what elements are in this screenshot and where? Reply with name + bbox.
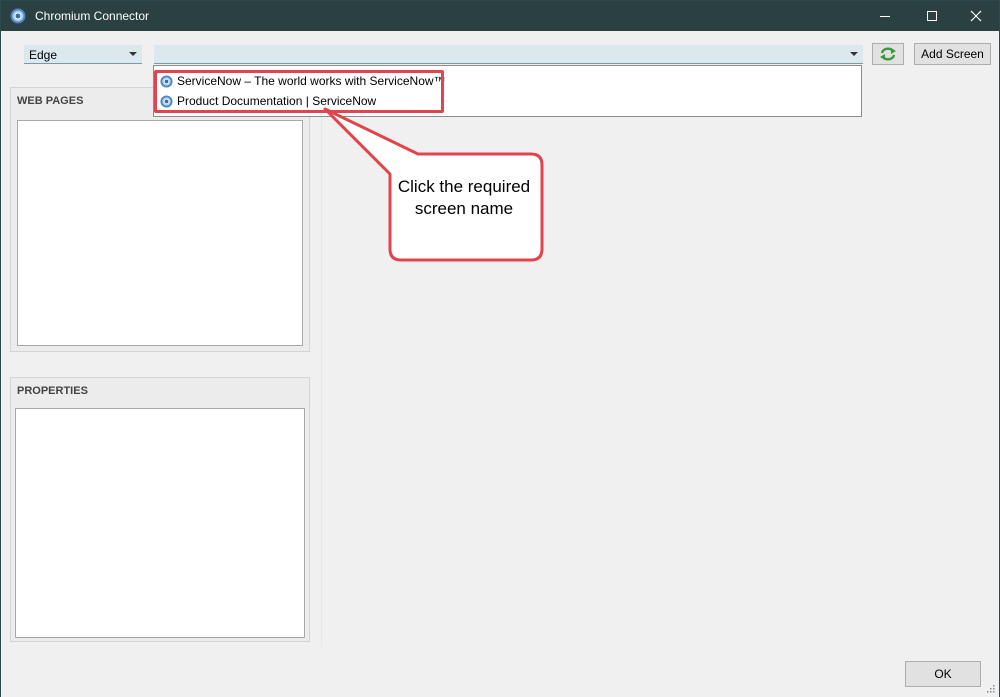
maximize-button[interactable] — [909, 1, 955, 31]
chromium-connector-window: Chromium Connector Edge Add Screen WEB P… — [0, 0, 1000, 697]
footer-bar: OK — [1, 647, 999, 697]
chevron-down-icon — [850, 52, 858, 56]
browser-select-value: Edge — [29, 48, 58, 62]
refresh-button[interactable] — [872, 43, 904, 65]
refresh-icon — [880, 47, 896, 61]
close-icon — [970, 10, 982, 22]
minimize-icon — [880, 16, 890, 17]
properties-panel: PROPERTIES — [10, 377, 310, 642]
close-button[interactable] — [953, 1, 999, 31]
browser-select[interactable]: Edge — [24, 45, 142, 64]
chromium-app-icon — [10, 8, 26, 24]
minimize-button[interactable] — [862, 1, 908, 31]
resize-grip-icon[interactable] — [985, 683, 995, 693]
ok-button[interactable]: OK — [905, 661, 981, 687]
chevron-down-icon — [129, 52, 137, 56]
properties-title: PROPERTIES — [17, 385, 88, 397]
add-screen-button[interactable]: Add Screen — [914, 43, 991, 65]
callout-text: Click the required screen name — [397, 177, 531, 218]
web-pages-list[interactable] — [17, 120, 303, 346]
maximize-icon — [927, 11, 937, 21]
title-bar[interactable]: Chromium Connector — [1, 1, 999, 31]
properties-list[interactable] — [15, 408, 305, 638]
web-pages-panel: WEB PAGES — [10, 87, 310, 352]
web-pages-title: WEB PAGES — [17, 95, 84, 107]
window-title: Chromium Connector — [35, 9, 150, 23]
screen-select[interactable] — [154, 45, 863, 64]
